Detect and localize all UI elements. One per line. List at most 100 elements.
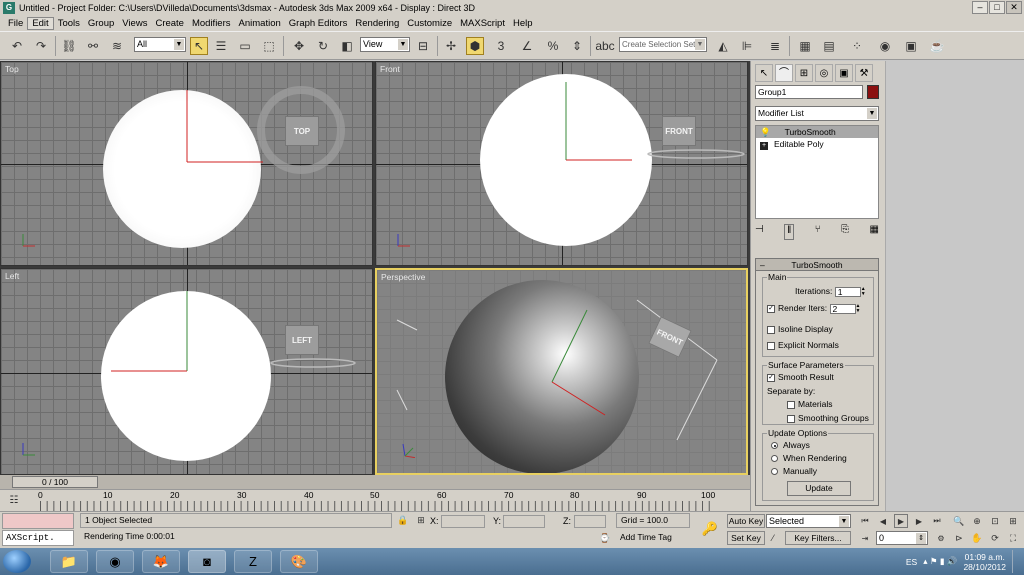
time-slider-thumb[interactable]: 0 / 100 — [12, 476, 98, 488]
rectangle-selection-icon[interactable]: ▭ — [236, 37, 254, 55]
lightbulb-icon[interactable]: 💡 — [760, 127, 771, 137]
menu-views[interactable]: Views — [118, 18, 151, 29]
close-button[interactable]: ✕ — [1006, 1, 1022, 14]
viewcube-left[interactable]: LEFT — [285, 325, 319, 355]
menu-modifiers[interactable]: Modifiers — [188, 18, 235, 29]
track-bar[interactable]: ☷ 0 10 20 30 40 50 60 70 80 90 100 — [0, 489, 750, 511]
hierarchy-tab-icon[interactable]: ⊞ — [795, 64, 813, 82]
edit-named-selection-icon[interactable]: abc — [595, 37, 614, 55]
pin-stack-icon[interactable]: ⊣ — [755, 224, 764, 240]
viewcube-top[interactable]: TOP — [285, 116, 319, 146]
update-when-rendering-radio[interactable] — [771, 455, 778, 463]
time-configuration-icon[interactable]: ⚙ — [934, 531, 948, 545]
stack-item-turbosmooth[interactable]: 💡 TurboSmooth — [756, 126, 878, 138]
percent-snap-icon[interactable]: % — [544, 37, 562, 55]
iterations-spinner[interactable]: 1 — [834, 286, 861, 297]
utilities-tab-icon[interactable]: ⚒ — [855, 64, 873, 82]
paint-icon[interactable]: 🎨 — [280, 550, 318, 573]
curve-editor-icon[interactable]: ▤ — [820, 37, 838, 55]
key-mode-dropdown[interactable]: Selected ▼ — [766, 514, 851, 528]
3dsmax-taskbar-icon[interactable]: ◙ — [188, 550, 226, 573]
key-icon[interactable]: 🔑 — [700, 520, 720, 538]
move-icon[interactable]: ✥ — [290, 37, 308, 55]
menu-help[interactable]: Help — [509, 18, 537, 29]
update-manually-radio[interactable] — [771, 468, 778, 476]
stack-item-editable-poly[interactable]: + Editable Poly — [756, 138, 878, 150]
modifier-list-dropdown[interactable]: Modifier List ▼ — [755, 106, 879, 121]
viewport-left[interactable]: LEFT Left — [0, 268, 373, 475]
update-always-radio[interactable] — [771, 442, 778, 450]
redo-icon[interactable]: ↷ — [32, 37, 50, 55]
pan-icon[interactable]: ✋ — [970, 531, 984, 545]
named-selection-dropdown[interactable]: Create Selection Set ▼ — [619, 37, 707, 52]
zbrush-icon[interactable]: Z — [234, 550, 272, 573]
set-key-button[interactable]: Set Key — [727, 531, 765, 545]
next-frame-icon[interactable]: ▶ — [912, 514, 926, 528]
smoothing-groups-checkbox[interactable] — [787, 414, 795, 423]
add-time-tag-button[interactable]: Add Time Tag — [616, 531, 690, 546]
viewport-label-left[interactable]: Left — [5, 271, 19, 281]
maximize-button[interactable]: □ — [989, 1, 1005, 14]
explicit-normals-checkbox[interactable] — [767, 341, 775, 350]
menu-graph-editors[interactable]: Graph Editors — [285, 18, 352, 29]
language-indicator[interactable]: ES — [906, 557, 917, 567]
render-iters-checkbox[interactable]: ✓ — [767, 304, 775, 313]
menu-file[interactable]: File — [4, 18, 27, 29]
scale-icon[interactable]: ◧ — [338, 37, 356, 55]
snap-toggle-icon[interactable]: 3 — [492, 37, 510, 55]
app-logo-icon[interactable]: G — [3, 2, 15, 14]
show-end-result-icon[interactable]: ‖ — [784, 224, 795, 240]
maxscript-listener-input[interactable]: AXScript. — [2, 530, 74, 546]
key-filters-button[interactable]: Key Filters... — [785, 531, 851, 545]
key-mode-toggle-icon[interactable]: ⇥ — [858, 531, 872, 545]
bind-space-warp-icon[interactable]: ≋ — [108, 37, 126, 55]
undo-icon[interactable]: ↶ — [8, 37, 26, 55]
window-crossing-icon[interactable]: ⬚ — [260, 37, 278, 55]
expand-plus-icon[interactable]: + — [760, 142, 768, 150]
viewport-perspective[interactable]: FRONT Perspective — [375, 268, 748, 475]
absolute-mode-icon[interactable]: ⊞ — [414, 513, 428, 527]
menu-rendering[interactable]: Rendering — [351, 18, 403, 29]
chrome-icon[interactable]: ◉ — [96, 550, 134, 573]
select-manipulate-icon[interactable]: ✢ — [442, 37, 460, 55]
menu-group[interactable]: Group — [84, 18, 118, 29]
menu-edit[interactable]: Edit — [27, 17, 54, 30]
modify-tab-icon[interactable]: ⌒ — [775, 64, 793, 82]
schematic-view-icon[interactable]: ⁘ — [848, 37, 866, 55]
render-teapot-icon[interactable]: ☕ — [928, 37, 946, 55]
viewport-front[interactable]: FRONT Front — [375, 61, 748, 266]
display-tab-icon[interactable]: ▣ — [835, 64, 853, 82]
tray-icons[interactable]: ▴ ⚑ ▮ 🔊 — [923, 556, 957, 567]
menu-animation[interactable]: Animation — [235, 18, 285, 29]
make-unique-icon[interactable]: ⑂ — [815, 224, 821, 240]
time-slider[interactable]: 0 / 100 — [0, 475, 750, 489]
viewport-label-top[interactable]: Top — [5, 64, 19, 74]
configure-modifier-sets-icon[interactable]: ▦ — [870, 224, 879, 240]
firefox-icon[interactable]: 🦊 — [142, 550, 180, 573]
materials-checkbox[interactable] — [787, 400, 795, 409]
update-button[interactable]: Update — [787, 481, 851, 496]
minimize-button[interactable]: – — [972, 1, 988, 14]
remove-modifier-icon[interactable]: ⎘ — [841, 224, 849, 240]
graphite-modeling-icon[interactable]: ▦ — [796, 37, 814, 55]
maxscript-listener-output[interactable] — [2, 513, 74, 529]
menu-maxscript[interactable]: MAXScript — [456, 18, 509, 29]
go-to-end-icon[interactable]: ⏭ — [930, 514, 944, 528]
reference-coordinate-dropdown[interactable]: View ▼ — [360, 37, 410, 52]
lock-selection-icon[interactable]: 🔒 — [396, 513, 410, 527]
viewport-label-perspective[interactable]: Perspective — [381, 272, 425, 282]
clock[interactable]: 01:09 a.m. 28/10/2012 — [963, 552, 1006, 572]
x-coordinate-field[interactable] — [441, 515, 485, 528]
key-tangent-icon[interactable]: ⁄ — [766, 531, 780, 545]
menu-create[interactable]: Create — [151, 18, 188, 29]
object-name-field[interactable]: Group1 — [755, 85, 863, 99]
select-and-link-icon[interactable]: ⛓ — [60, 37, 78, 55]
viewport-label-front[interactable]: Front — [380, 64, 400, 74]
zoom-all-icon[interactable]: ⊕ — [970, 514, 984, 528]
zoom-icon[interactable]: 🔍 — [952, 514, 966, 528]
previous-frame-icon[interactable]: ◀ — [876, 514, 890, 528]
mini-curve-editor-icon[interactable]: ☷ — [6, 492, 22, 508]
material-editor-icon[interactable]: ◉ — [876, 37, 894, 55]
create-tab-icon[interactable]: ↖ — [755, 64, 773, 82]
spinner-arrows-icon[interactable]: ▲ ▼ — [861, 286, 867, 297]
